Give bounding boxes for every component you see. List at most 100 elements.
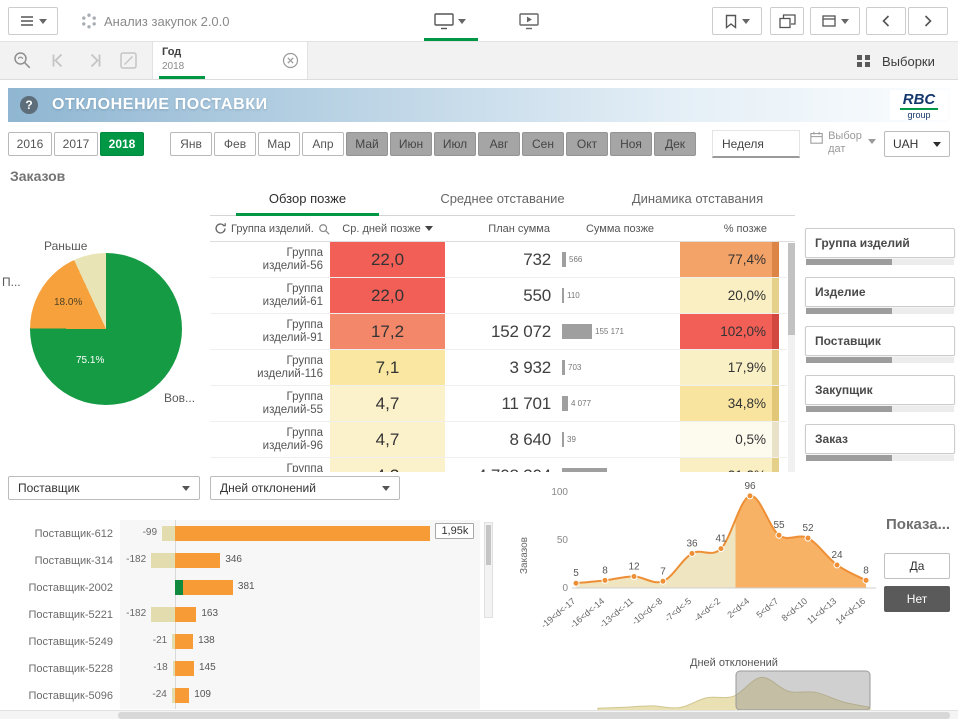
table-row[interactable]: Группаизделий-964,78 640390,5%: [210, 422, 787, 458]
next-sheet-button[interactable]: [908, 7, 948, 35]
horizontal-scrollbar[interactable]: [0, 710, 958, 719]
year-button-2016[interactable]: 2016: [8, 132, 52, 156]
table-row[interactable]: Группаизделий-1167,13 93270317,9%: [210, 350, 787, 386]
filter-box-0[interactable]: Группа изделий: [805, 228, 955, 258]
currency-select[interactable]: UAH: [884, 131, 950, 157]
green-bar[interactable]: [175, 580, 183, 595]
supplier-bar-row[interactable]: Поставщик-5249-21138: [8, 628, 480, 655]
filter-box-2[interactable]: Поставщик: [805, 326, 955, 356]
selections-label[interactable]: Выборки: [882, 54, 935, 69]
month-button-Апр[interactable]: Апр: [302, 132, 344, 156]
search-icon[interactable]: [318, 223, 330, 235]
pie-chart[interactable]: [30, 253, 182, 405]
days-deviation-select[interactable]: Дней отклонений: [210, 476, 400, 500]
main-menu-button[interactable]: [8, 7, 58, 35]
year-button-2018[interactable]: 2018: [100, 132, 144, 156]
filter-box-1[interactable]: Изделие: [805, 277, 955, 307]
bar-chart-scrollbar[interactable]: [484, 522, 493, 618]
month-button-Июл[interactable]: Июл: [434, 132, 476, 156]
step-back-icon[interactable]: [48, 50, 69, 71]
data-point[interactable]: [805, 535, 811, 541]
filter-scroll-handle[interactable]: [806, 259, 892, 265]
month-button-Дек[interactable]: Дек: [654, 132, 696, 156]
column-header-group[interactable]: Группа изделий.: [210, 216, 330, 241]
sheet-view-button[interactable]: [426, 7, 474, 35]
month-button-Окт[interactable]: Окт: [566, 132, 608, 156]
mini-range-chart[interactable]: [594, 670, 874, 712]
bar-chart-scrollbar-handle[interactable]: [486, 525, 491, 565]
positive-bar[interactable]: [175, 634, 193, 649]
data-point[interactable]: [573, 580, 579, 586]
year-button-2017[interactable]: 2017: [54, 132, 98, 156]
presentation-button[interactable]: [510, 7, 548, 35]
positive-bar[interactable]: [175, 688, 189, 703]
column-header-days-late[interactable]: Ср. дней позже: [330, 216, 445, 241]
positive-bar[interactable]: [175, 553, 220, 568]
data-point[interactable]: [631, 573, 637, 579]
data-point[interactable]: [776, 532, 782, 538]
horizontal-scrollbar-handle[interactable]: [118, 712, 950, 719]
filter-scroll-handle[interactable]: [806, 357, 892, 363]
data-point[interactable]: [602, 577, 608, 583]
supplier-bar-row[interactable]: Поставщик-5228-18145: [8, 655, 480, 682]
clear-selections-icon[interactable]: [118, 50, 139, 71]
month-button-Июн[interactable]: Июн: [390, 132, 432, 156]
table-row[interactable]: Группаизделий-6122,055011020,0%: [210, 278, 787, 314]
column-header-late-sum[interactable]: Сумма позже: [560, 216, 680, 241]
line-chart-plot[interactable]: 0501005-19<d<-178-16<d<-1412-13<d<-117-1…: [536, 478, 892, 663]
filter-box-3[interactable]: Закупщик: [805, 375, 955, 405]
filter-scroll-handle[interactable]: [806, 455, 892, 461]
smart-search-icon[interactable]: [12, 50, 33, 71]
table-row[interactable]: Группаизделий-…4,34 708 30421,2%: [210, 458, 787, 472]
positive-bar[interactable]: [183, 580, 233, 595]
supplier-bar-row[interactable]: Поставщик-314-182346: [8, 547, 480, 574]
help-icon[interactable]: ?: [20, 96, 38, 114]
range-selection-window[interactable]: [736, 671, 870, 710]
close-icon[interactable]: [282, 52, 299, 69]
data-point[interactable]: [718, 546, 724, 552]
tab-2[interactable]: Динамика отставания: [600, 182, 795, 215]
negative-bar[interactable]: [151, 553, 175, 568]
supplier-bar-row[interactable]: Поставщик-612-991,95k: [8, 520, 480, 547]
filter-scroll-handle[interactable]: [806, 308, 892, 314]
data-point[interactable]: [834, 562, 840, 568]
month-button-Мар[interactable]: Мар: [258, 132, 300, 156]
data-point[interactable]: [863, 577, 869, 583]
show-no-button[interactable]: Нет: [884, 586, 950, 612]
data-point[interactable]: [689, 550, 695, 556]
filter-scroll-handle[interactable]: [806, 406, 892, 412]
column-header-plan-sum[interactable]: План сумма: [445, 216, 560, 241]
tab-1[interactable]: Среднее отставание: [405, 182, 600, 215]
selection-chip-year[interactable]: Год 2018: [152, 42, 308, 79]
tab-0[interactable]: Обзор позже: [210, 182, 405, 215]
previous-sheet-button[interactable]: [866, 7, 906, 35]
negative-bar[interactable]: [162, 526, 175, 541]
refresh-icon[interactable]: [214, 222, 227, 235]
data-point[interactable]: [660, 578, 666, 584]
month-button-Янв[interactable]: Янв: [170, 132, 212, 156]
selections-grid-icon[interactable]: [856, 53, 872, 69]
positive-bar[interactable]: [175, 526, 430, 541]
supplier-dimension-select[interactable]: Поставщик: [8, 476, 200, 500]
negative-bar[interactable]: [151, 607, 175, 622]
month-button-Май[interactable]: Май: [346, 132, 388, 156]
positive-bar[interactable]: [175, 607, 196, 622]
show-yes-button[interactable]: Да: [884, 553, 950, 579]
month-button-Ноя[interactable]: Ноя: [610, 132, 652, 156]
bookmark-button[interactable]: [712, 7, 762, 35]
week-filter[interactable]: Неделя: [712, 130, 800, 158]
date-picker-button[interactable]: Выбор дат: [810, 130, 876, 156]
month-button-Фев[interactable]: Фев: [214, 132, 256, 156]
table-row[interactable]: Группаизделий-5622,073256677,4%: [210, 242, 787, 278]
supplier-bar-row[interactable]: Поставщик-5096-24109: [8, 682, 480, 709]
table-row[interactable]: Группаизделий-554,711 7014 07734,8%: [210, 386, 787, 422]
supplier-bar-row[interactable]: Поставщик-2002381: [8, 574, 480, 601]
duplicate-window-button[interactable]: [770, 7, 804, 35]
step-forward-icon[interactable]: [84, 50, 105, 71]
window-options-button[interactable]: [810, 7, 860, 35]
table-row[interactable]: Группаизделий-9117,2152 072155 171102,0%: [210, 314, 787, 350]
positive-bar[interactable]: [175, 661, 194, 676]
data-point[interactable]: [747, 493, 753, 499]
table-scrollbar-handle[interactable]: [788, 243, 795, 335]
table-scrollbar[interactable]: [788, 243, 795, 472]
